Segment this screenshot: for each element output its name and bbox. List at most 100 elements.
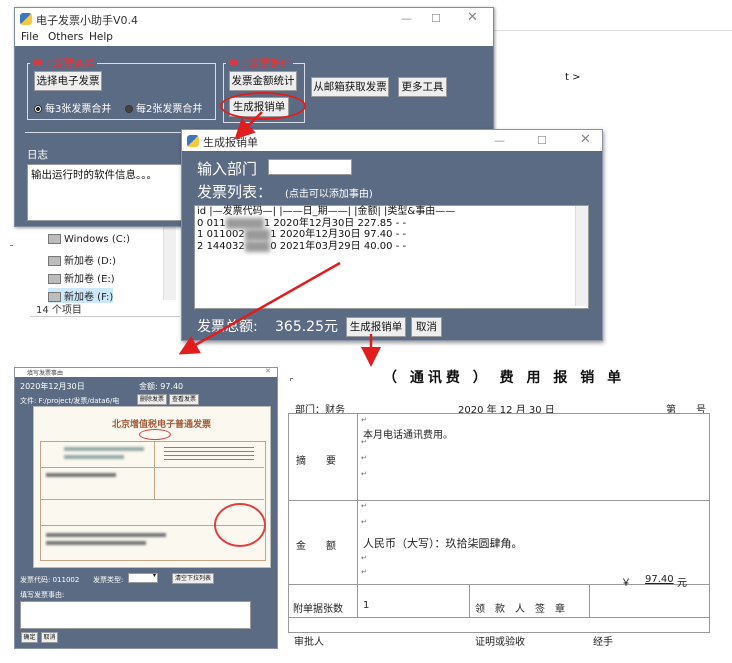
- row-code-tail: 0: [270, 240, 277, 252]
- title-open-paren: （: [383, 370, 401, 386]
- paragraph-mark: ↵: [361, 554, 367, 562]
- list-item[interactable]: 2 14403200000 2021年03月29日 40.00 - -: [195, 240, 588, 252]
- list-item[interactable]: 1 01100200001 2020年12月30日 97.40 - -: [195, 229, 588, 241]
- summary-label: 摘 要: [296, 456, 336, 467]
- drive-label: 新加卷 (D:): [64, 256, 117, 267]
- reason-textarea[interactable]: [20, 601, 251, 629]
- paragraph-mark: ↵: [361, 518, 367, 526]
- list-item[interactable]: 0 0110000001 2020年12月30日 227.85 - -: [195, 217, 588, 229]
- amount-unit: 元: [677, 578, 687, 589]
- paragraph-mark: ↵: [361, 502, 367, 510]
- paragraph-mark: ↵: [361, 454, 367, 462]
- amount-symbol: ￥: [621, 578, 631, 589]
- drive-e[interactable]: 新加卷 (E:): [48, 270, 115, 285]
- close-icon[interactable]: ✕: [467, 10, 478, 25]
- select-invoice-button[interactable]: 选择电子发票: [34, 71, 102, 91]
- menu-file[interactable]: File: [21, 31, 39, 43]
- highlight-ellipse: [220, 92, 306, 120]
- dialog-cancel-button[interactable]: 取消: [411, 317, 442, 337]
- attach-value: 1: [363, 600, 370, 611]
- total-value: 365.25元: [275, 319, 338, 335]
- delete-invoice-button[interactable]: 删除发票: [137, 394, 167, 405]
- row-code: 011002: [206, 229, 245, 240]
- radio-merge-3[interactable]: 每3张发票合并: [34, 100, 111, 115]
- view-invoice-button[interactable]: 查看发票: [169, 394, 199, 405]
- invoice-text-blur: [46, 473, 116, 477]
- explorer-scrollbar[interactable]: [163, 220, 176, 300]
- table-line: [589, 584, 590, 617]
- minimize-icon[interactable]: —: [494, 134, 505, 147]
- menu-others[interactable]: Others: [48, 31, 83, 43]
- receiver-label: 领 款 人 签 章: [475, 604, 565, 615]
- department-label: 输入部门: [197, 160, 258, 178]
- clear-dropdown-button[interactable]: 清空下拉列表: [172, 573, 214, 584]
- python-app-icon: [20, 13, 32, 25]
- list-header: id |—发票代码—| |——日_期——| |金额| |类型&事由——: [197, 206, 456, 217]
- maximize-icon[interactable]: ☐: [537, 134, 547, 147]
- invoice-grid-line: [154, 441, 155, 499]
- amount-label: 金 额: [296, 541, 336, 552]
- handler-label: 经手: [593, 637, 613, 648]
- summary-text: 本月电话通讯费用。: [363, 430, 453, 441]
- maximize-icon[interactable]: ☐: [431, 12, 441, 25]
- invoice-stats-button[interactable]: 发票金额统计: [229, 71, 297, 91]
- main-titlebar: 电子发票小助手V0.4 — ☐ ✕: [15, 8, 493, 30]
- row-date: 2020年12月30日: [279, 229, 361, 240]
- invoice-window: 填写发票事由 ✕ 2020年12月30日 金额: 97.40 文件: F:/pr…: [14, 367, 278, 649]
- python-app-icon: [187, 135, 199, 147]
- row-code: 011: [206, 217, 226, 229]
- log-text: 输出运行时的软件信息。。。: [31, 169, 157, 181]
- invoice-titlebar: 填写发票事由 ✕: [15, 367, 277, 377]
- amount-words: 人民币（大写）：玖拾柒圆肆角。: [363, 537, 523, 550]
- verifier-label: 证明或验收: [475, 637, 525, 648]
- drive-c[interactable]: Windows (C:): [48, 234, 130, 245]
- row-id: 1: [197, 229, 204, 240]
- process-group-title: 电子发票处理: [226, 56, 293, 71]
- explorer-right-fragment: t >: [565, 72, 581, 83]
- invoice-cipher-area: [164, 447, 254, 463]
- invoice-seal-small: [139, 429, 171, 440]
- corner-mark: [290, 378, 293, 381]
- invoice-list-label: 发票列表：: [197, 183, 273, 201]
- close-icon[interactable]: ✕: [265, 367, 271, 375]
- table-line: [289, 617, 709, 618]
- radio-unselected-icon: [125, 105, 133, 113]
- total-label: 发票总额:: [197, 319, 258, 335]
- redacted-block: 000000: [225, 217, 264, 229]
- redacted-block: 0000: [244, 240, 271, 252]
- drive-label: 新加卷 (E:): [64, 274, 115, 285]
- menu-help[interactable]: Help: [89, 31, 113, 43]
- cancel-button[interactable]: 取消: [41, 632, 58, 643]
- invoice-text-blur: [64, 447, 144, 451]
- chevron-down-icon: ▾: [152, 572, 156, 579]
- expense-form-table: 摘 要 本月电话通讯费用。 金 额 人民币（大写）：玖拾柒圆肆角。 ￥ 97.4…: [288, 413, 710, 633]
- minimize-icon[interactable]: —: [401, 12, 412, 25]
- approver-label: 审批人: [294, 637, 324, 648]
- dialog-generate-button[interactable]: 生成报销单: [346, 317, 406, 337]
- drive-label: Windows (C:): [64, 234, 130, 245]
- dialog-title: 生成报销单: [203, 136, 258, 149]
- merge-groupbox: 电子发票合并 选择电子发票 每3张发票合并 每2张发票合并: [27, 56, 216, 120]
- invoice-type-select[interactable]: ▾: [128, 572, 158, 583]
- explorer-divider: [10, 245, 13, 246]
- invoice-list-hint: (点击可以添加事由): [285, 189, 373, 200]
- department-input[interactable]: [268, 159, 352, 175]
- radio-selected-icon: [34, 105, 42, 113]
- row-extra: - -: [395, 229, 407, 240]
- more-tools-button[interactable]: 更多工具: [398, 77, 447, 97]
- fetch-email-button[interactable]: 从邮箱获取发票: [311, 77, 389, 97]
- dialog-titlebar: 生成报销单 — ☐ ✕: [182, 130, 602, 151]
- reason-label: 填写发票事由:: [20, 591, 65, 599]
- radio-merge-2[interactable]: 每2张发票合并: [125, 100, 202, 115]
- radio-merge-2-label: 每2张发票合并: [136, 104, 203, 115]
- radio-merge-3-label: 每3张发票合并: [45, 104, 112, 115]
- row-date: 2021年03月29日: [279, 240, 361, 252]
- listbox-scrollbar[interactable]: [575, 206, 588, 306]
- ok-button[interactable]: 确定: [21, 632, 38, 643]
- invoice-type-label: 发票类型:: [93, 576, 124, 584]
- invoice-text-blur: [46, 533, 166, 537]
- drive-d[interactable]: 新加卷 (D:): [48, 252, 116, 267]
- title-close-paren: ）: [472, 370, 491, 386]
- close-icon[interactable]: ✕: [580, 132, 591, 147]
- invoice-listbox[interactable]: id |—发票代码—| |——日_期——| |金额| |类型&事由—— 0 01…: [194, 205, 589, 309]
